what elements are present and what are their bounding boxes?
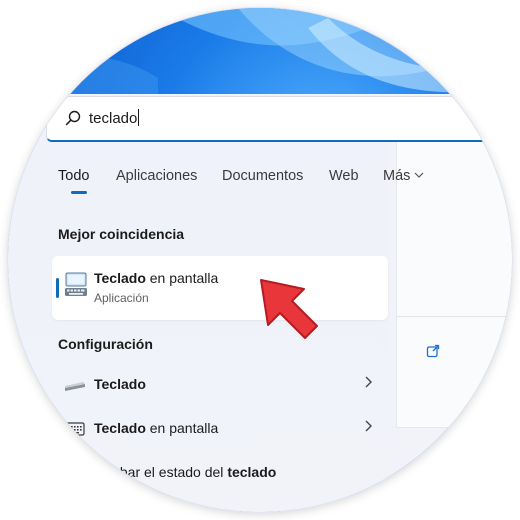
tab-mas-label: Más — [383, 168, 411, 184]
annotation-arrow-icon — [260, 279, 318, 339]
keyboard-icon — [65, 382, 85, 391]
tab-aplicaciones[interactable]: Aplicaciones — [116, 168, 197, 184]
active-tab-indicator — [71, 191, 87, 194]
on-screen-keyboard-icon — [65, 272, 87, 296]
best-match-title: Teclado en pantalla — [94, 270, 218, 286]
settings-heading: Configuración — [58, 336, 153, 352]
best-match-result[interactable]: Teclado en pantalla Aplicación — [52, 256, 388, 320]
settings-item-teclado-en-pantalla[interactable]: Teclado en pantalla — [52, 409, 388, 449]
tab-documentos[interactable]: Documentos — [222, 168, 303, 184]
search-icon — [65, 110, 81, 126]
tab-todo[interactable]: Todo — [58, 168, 89, 184]
search-input[interactable]: teclado — [89, 109, 140, 127]
settings-item-label: mprobar el estado del teclado — [88, 464, 276, 480]
magnifier-lens: teclado Todo Aplicaciones Documentos Web… — [8, 8, 512, 512]
best-match-type: Aplicación — [94, 291, 149, 305]
selection-accent — [56, 278, 59, 298]
settings-item-label-prefix: mprobar el estado del — [88, 464, 228, 480]
open-external-icon[interactable] — [426, 344, 440, 358]
search-box[interactable]: teclado — [46, 96, 512, 142]
settings-item-label: Teclado en pantalla — [94, 420, 218, 436]
tab-web[interactable]: Web — [329, 168, 359, 184]
best-match-title-rest: en pantalla — [145, 270, 219, 286]
settings-item-teclado[interactable]: Teclado — [52, 365, 388, 405]
chevron-right-icon — [364, 420, 372, 436]
keyboard-icon — [64, 467, 85, 480]
preview-divider — [396, 316, 512, 317]
settings-item-label-bold: Teclado — [94, 420, 146, 436]
best-match-heading: Mejor coincidencia — [58, 226, 185, 242]
settings-item-label-bold: Teclado — [94, 376, 146, 392]
best-match-title-bold: Teclado — [94, 270, 146, 286]
settings-item-label-rest: en pantalla — [145, 420, 219, 436]
chevron-down-icon — [414, 172, 424, 178]
settings-item-label-bold: teclado — [227, 464, 277, 480]
search-query: teclado — [89, 110, 138, 127]
tab-mas[interactable]: Más — [383, 168, 424, 184]
settings-item-estado-teclado[interactable]: mprobar el estado del teclado — [52, 453, 388, 493]
keyboard-icon — [64, 422, 85, 436]
text-caret — [138, 109, 140, 126]
settings-item-label: Teclado — [94, 376, 146, 392]
chevron-right-icon — [364, 376, 372, 392]
